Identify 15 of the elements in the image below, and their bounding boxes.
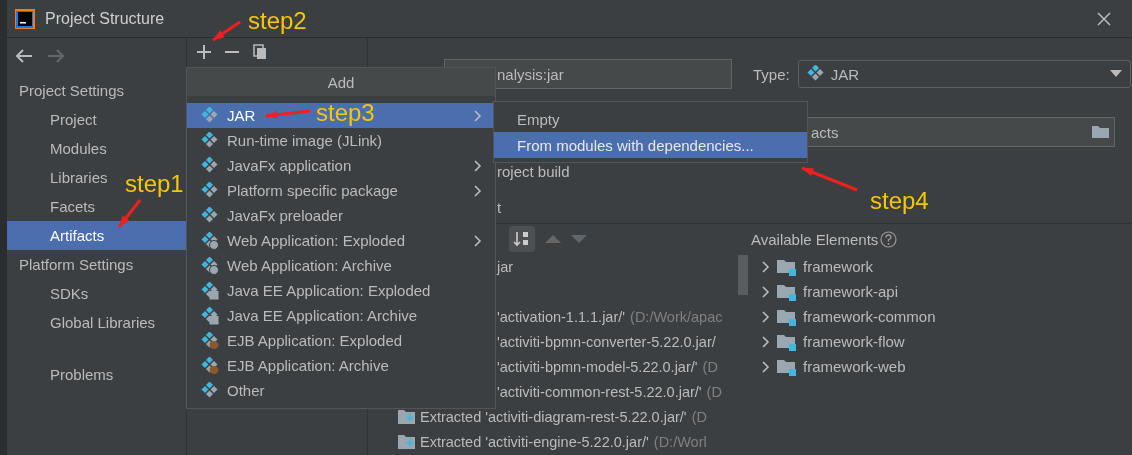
type-label: Type:	[753, 65, 790, 83]
entry-path: (D	[691, 408, 707, 425]
window-title: Project Structure	[45, 9, 165, 28]
available-elements-title: Available Elements	[751, 230, 879, 248]
step-annotation: step3	[316, 101, 375, 125]
step-annotation: step2	[248, 9, 307, 33]
menu-header: Add	[187, 68, 495, 96]
entry-path: (D:/Work/apac	[630, 308, 723, 325]
entry-path: (D	[706, 383, 722, 400]
sidebar-group-title: Platform Settings	[18, 255, 134, 275]
step-annotation: step1	[125, 172, 184, 196]
entry-path: (D:/Worl	[653, 433, 707, 450]
entry-path: (D	[702, 358, 718, 375]
sidebar-group-title: Project Settings	[18, 81, 125, 101]
step-annotation: step4	[870, 189, 929, 213]
